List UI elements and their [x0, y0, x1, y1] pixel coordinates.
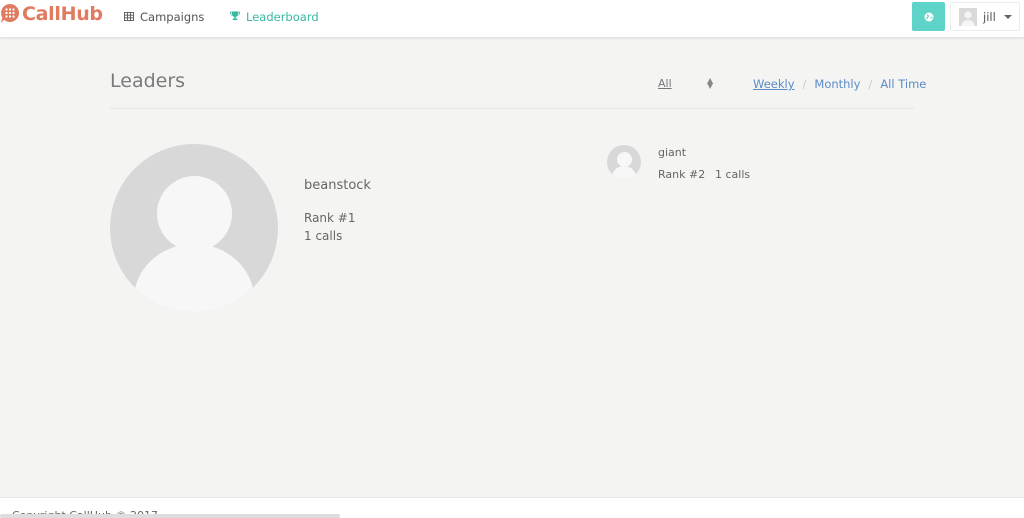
nav-leaderboard[interactable]: Leaderboard [230, 10, 319, 24]
avatar-body [134, 244, 254, 312]
chat-bubble-logo-icon [0, 3, 20, 25]
tab-all-time[interactable]: All Time [880, 77, 926, 91]
leader-rank: Rank #2 [658, 168, 706, 181]
horizontal-scrollbar[interactable] [0, 514, 340, 518]
leader-rank: Rank #1 [304, 211, 356, 225]
user-menu-button[interactable]: jill [950, 2, 1020, 31]
chevron-down-icon [1003, 14, 1012, 19]
brand-logo[interactable]: CallHub [0, 3, 103, 25]
leader-avatar-rank-2 [607, 145, 641, 179]
avatar-head [617, 152, 632, 167]
nav-leaderboard-label: Leaderboard [246, 10, 319, 24]
brand-name: CallHub [22, 3, 103, 25]
filter-selected-value: All [658, 77, 672, 90]
leader-name: beanstock [304, 178, 371, 193]
globe-icon [924, 7, 934, 26]
trophy-icon [230, 10, 240, 24]
leader-name: giant [658, 146, 687, 159]
user-name: jill [983, 9, 996, 24]
period-tabs: Weekly / Monthly / All Time [753, 77, 926, 91]
period-separator: / [802, 77, 807, 91]
tab-monthly[interactable]: Monthly [814, 77, 860, 91]
filter-select[interactable]: All [658, 77, 672, 90]
nav-campaigns[interactable]: Campaigns [124, 10, 204, 24]
page-title: Leaders [110, 70, 186, 92]
period-separator: / [868, 77, 873, 91]
leader-calls: 1 calls [304, 229, 343, 243]
top-navbar: CallHub Campaigns Leaderboard jill [0, 0, 1024, 38]
grid-icon [124, 10, 134, 24]
language-button[interactable] [912, 2, 945, 31]
header-divider [110, 108, 914, 109]
avatar-head [157, 176, 232, 251]
leader-avatar-rank-1 [110, 144, 278, 312]
avatar-body [612, 166, 636, 179]
user-avatar [959, 7, 977, 26]
leader-calls: 1 calls [715, 168, 751, 181]
select-arrows-icon[interactable]: ▲ ▼ [707, 77, 713, 90]
tab-weekly[interactable]: Weekly [753, 77, 795, 91]
nav-campaigns-label: Campaigns [140, 10, 205, 24]
